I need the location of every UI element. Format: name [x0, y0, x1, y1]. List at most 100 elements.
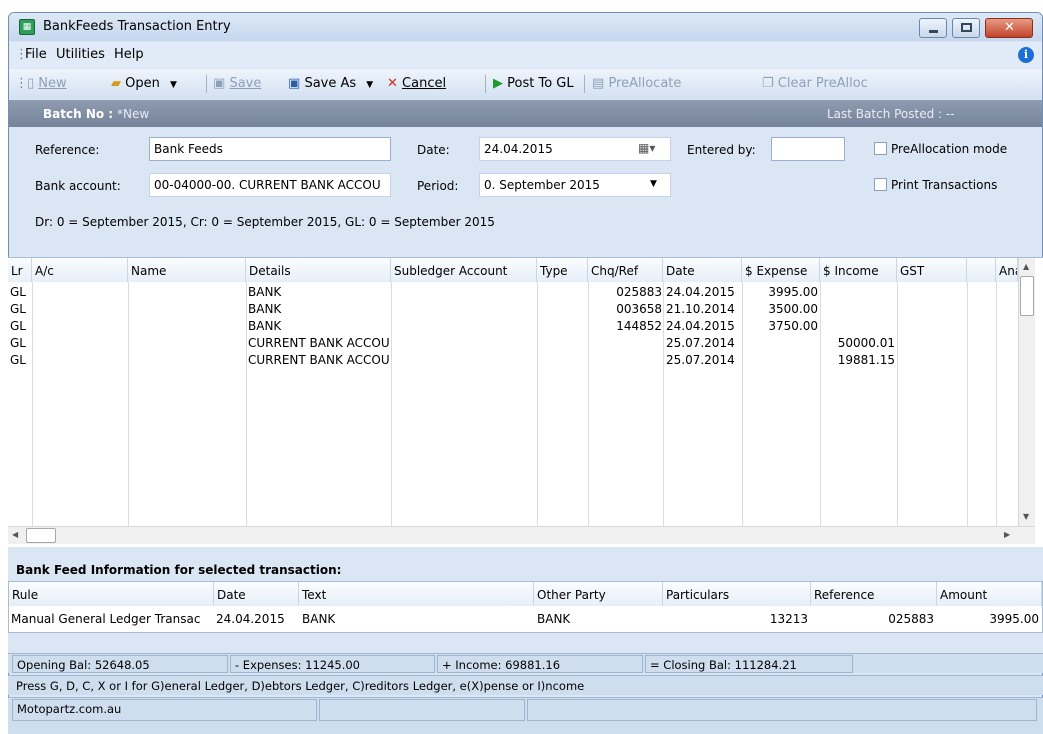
vertical-scroll-thumb[interactable]	[1020, 276, 1034, 316]
info-col-text[interactable]: Text	[299, 582, 534, 606]
balance-status-bar: Opening Bal: 52648.05 - Expenses: 11245.…	[8, 653, 1043, 673]
row-5-details[interactable]: CURRENT BANK ACCOU	[248, 352, 389, 369]
income-total: + Income: 69881.16	[437, 655, 643, 673]
minimize-icon	[929, 30, 938, 33]
col-income[interactable]: $ Income	[820, 258, 897, 282]
row-5-date[interactable]: 25.07.2014	[666, 352, 735, 369]
row-5-income[interactable]: 19881.15	[820, 352, 895, 369]
row-1-expense[interactable]: 3995.00	[742, 284, 818, 301]
scroll-down-icon[interactable]: ▼	[1023, 512, 1029, 521]
open-dropdown-icon: ▼	[170, 80, 177, 90]
clear-prealloc-icon: ❐	[762, 76, 774, 91]
row-2-expense[interactable]: 3500.00	[742, 301, 818, 318]
preallocation-mode-checkbox[interactable]	[874, 142, 887, 155]
reference-label: Reference:	[35, 143, 100, 157]
info-col-amount[interactable]: Amount	[937, 582, 1042, 606]
toolbar-separator	[206, 75, 207, 93]
row-4-details[interactable]: CURRENT BANK ACCOU	[248, 335, 389, 352]
info-col-date[interactable]: Date	[214, 582, 299, 606]
info-icon[interactable]: i	[1018, 47, 1034, 63]
new-button[interactable]: ▯ New	[27, 76, 67, 91]
col-name[interactable]: Name	[128, 258, 246, 282]
row-1-income[interactable]	[820, 284, 895, 301]
bank-feed-info-grid: Rule Date Text Other Party Particulars R…	[8, 581, 1043, 633]
close-icon: ✕	[1004, 20, 1015, 35]
date-picker[interactable]: 24.04.2015 ▦▾	[479, 137, 671, 161]
col-expense[interactable]: $ Expense	[742, 258, 820, 282]
row-4-chq[interactable]	[588, 335, 662, 352]
horizontal-scrollbar[interactable]: ◀ ▶	[8, 526, 1035, 544]
row-5-chq[interactable]	[588, 352, 662, 369]
cancel-button[interactable]: ✕ Cancel	[387, 76, 446, 91]
vertical-scrollbar[interactable]: ▲ ▼	[1018, 258, 1035, 526]
batch-label: Batch No :	[43, 107, 114, 121]
col-details[interactable]: Details	[246, 258, 391, 282]
menu-file[interactable]: File	[25, 47, 47, 62]
info-other-party: BANK	[537, 612, 571, 626]
save-as-button[interactable]: ▣ Save As ▼	[288, 76, 373, 91]
col-chq-ref[interactable]: Chq/Ref	[588, 258, 663, 282]
horizontal-scroll-thumb[interactable]	[26, 528, 56, 543]
new-icon: ▯	[27, 76, 35, 91]
row-4-expense[interactable]	[742, 335, 818, 352]
print-transactions-checkbox[interactable]	[874, 178, 887, 191]
preallocate-button[interactable]: ▤ PreAllocate	[592, 76, 681, 91]
minimize-button[interactable]	[919, 18, 947, 38]
maximize-button[interactable]	[952, 18, 980, 38]
row-2-lr[interactable]: GL	[10, 301, 26, 318]
info-col-rule[interactable]: Rule	[9, 582, 214, 606]
col-ac[interactable]: A/c	[32, 258, 128, 282]
save-as-dropdown-icon: ▼	[366, 80, 374, 90]
row-4-date[interactable]: 25.07.2014	[666, 335, 735, 352]
scroll-right-icon[interactable]: ▶	[1004, 530, 1010, 539]
info-col-reference[interactable]: Reference	[811, 582, 937, 606]
row-3-date[interactable]: 24.04.2015	[666, 318, 735, 335]
scroll-up-icon[interactable]: ▲	[1023, 262, 1029, 271]
row-3-expense[interactable]: 3750.00	[742, 318, 818, 335]
info-col-particulars[interactable]: Particulars	[663, 582, 811, 606]
row-3-income[interactable]	[820, 318, 895, 335]
grid-line	[967, 282, 968, 526]
row-2-chq[interactable]: 003658	[588, 301, 662, 318]
col-lr[interactable]: Lr	[8, 258, 32, 282]
open-button[interactable]: ▰ Open ▼	[111, 76, 177, 91]
row-3-details[interactable]: BANK	[248, 318, 389, 335]
calendar-icon[interactable]: ▦▾	[638, 141, 655, 155]
row-5-expense[interactable]	[742, 352, 818, 369]
post-to-gl-button[interactable]: ▶ Post To GL	[493, 76, 574, 91]
row-2-date[interactable]: 21.10.2014	[666, 301, 735, 318]
bank-account-input[interactable]: 00-04000-00. CURRENT BANK ACCOU	[149, 173, 391, 197]
save-button[interactable]: ▣ Save	[213, 76, 261, 91]
col-blank[interactable]	[967, 258, 996, 282]
row-3-chq[interactable]: 144852	[588, 318, 662, 335]
col-type[interactable]: Type	[537, 258, 588, 282]
reference-input[interactable]: Bank Feeds	[149, 137, 391, 161]
preallocation-mode-label: PreAllocation mode	[891, 142, 1008, 156]
col-analysis[interactable]: Ana	[996, 258, 1018, 282]
row-2-details[interactable]: BANK	[248, 301, 389, 318]
col-subledger[interactable]: Subledger Account	[391, 258, 537, 282]
row-4-income[interactable]: 50000.01	[820, 335, 895, 352]
close-button[interactable]: ✕	[985, 18, 1033, 38]
row-1-lr[interactable]: GL	[10, 284, 26, 301]
transactions-grid: Lr A/c Name Details Subledger Account Ty…	[8, 257, 1043, 547]
entered-by-input[interactable]	[771, 137, 845, 161]
menu-utilities[interactable]: Utilities	[56, 47, 105, 62]
row-4-lr[interactable]: GL	[10, 335, 26, 352]
col-gst[interactable]: GST	[897, 258, 967, 282]
scroll-left-icon[interactable]: ◀	[12, 530, 18, 539]
menu-help[interactable]: Help	[114, 47, 144, 62]
col-date[interactable]: Date	[663, 258, 742, 282]
row-2-income[interactable]	[820, 301, 895, 318]
app-icon: ▦	[19, 19, 35, 35]
row-3-lr[interactable]: GL	[10, 318, 26, 335]
row-1-chq[interactable]: 025883	[588, 284, 662, 301]
row-5-lr[interactable]: GL	[10, 352, 26, 369]
toolbar-separator	[584, 75, 585, 93]
batch-form: Reference: Bank Feeds Date: 24.04.2015 ▦▾…	[9, 127, 1042, 270]
period-select[interactable]: 0. September 2015 ▼	[479, 173, 671, 197]
clear-prealloc-button[interactable]: ❐ Clear PreAlloc	[762, 76, 868, 91]
info-col-other-party[interactable]: Other Party	[534, 582, 663, 606]
row-1-date[interactable]: 24.04.2015	[666, 284, 735, 301]
row-1-details[interactable]: BANK	[248, 284, 389, 301]
